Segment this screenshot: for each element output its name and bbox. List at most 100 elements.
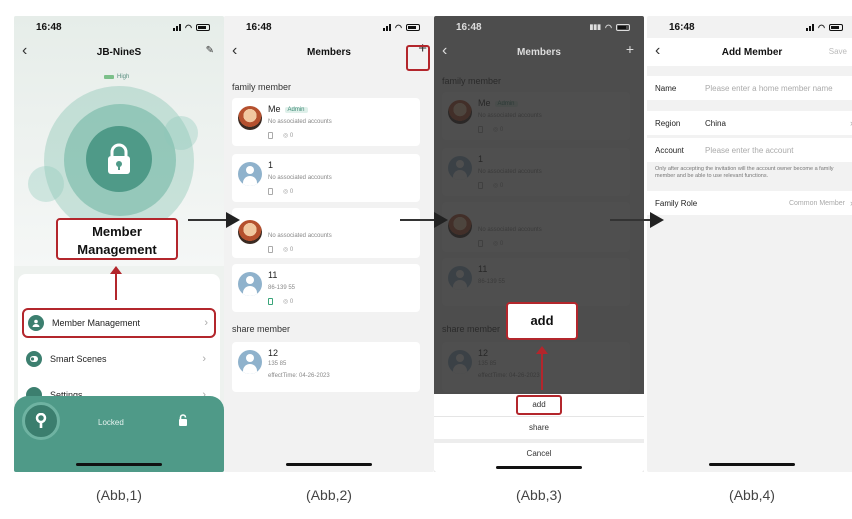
phone-icon [268, 132, 273, 139]
sheet-share-option[interactable]: share [434, 417, 644, 439]
nav-bar: ‹ Members + [224, 38, 434, 66]
decor-orb [164, 116, 198, 150]
member-name: 12 [268, 348, 279, 358]
member-subtitle: No associated accounts [268, 119, 332, 125]
name-input[interactable]: Please enter a home member name [705, 84, 833, 93]
pointer-arrow [115, 272, 117, 300]
fingerprint-count: ◎ 0 [283, 299, 294, 305]
region-value: China [705, 118, 726, 128]
account-row[interactable]: Account Please enter the account [647, 138, 852, 162]
avatar [238, 106, 262, 130]
status-bar: 16:48 ◠ [224, 16, 434, 38]
avatar [238, 272, 262, 296]
member-card[interactable]: Me Admin No associated accounts ◎ 0 [232, 98, 420, 146]
battery-icon [616, 23, 630, 31]
member-name-text: Me [268, 104, 281, 114]
fingerprint-count-value: 0 [289, 247, 294, 253]
padlock-icon [86, 126, 152, 192]
battery-level-icon [104, 75, 114, 79]
member-name: 1 [268, 160, 274, 170]
sheet-add-option[interactable]: add [434, 394, 644, 416]
family-role-row[interactable]: Family Role Common Member › [647, 191, 852, 215]
family-role-value: Common Member [788, 199, 845, 207]
decor-orb [28, 166, 64, 202]
member-subtitle: 86-139 55 [268, 285, 296, 291]
callout-add: add [506, 302, 578, 340]
back-icon[interactable]: ‹ [655, 42, 660, 60]
save-button[interactable]: Save [829, 47, 847, 56]
member-card[interactable]: No associated accounts ◎ 0 [232, 208, 420, 258]
connector-arrow-3 [610, 219, 650, 221]
menu-member-management[interactable]: Member Management › [22, 308, 216, 338]
status-time: 16:48 [456, 21, 482, 33]
member-card[interactable]: 1 No associated accounts ◎ 0 [232, 154, 420, 202]
status-icons: ◠ [383, 23, 420, 32]
wifi-icon: ◠ [605, 22, 612, 32]
member-card[interactable]: 11 86-139 55 ◎ 0 [232, 264, 420, 312]
back-icon[interactable]: ‹ [22, 42, 27, 60]
status-icons: ▮▮▮ ◠ [589, 23, 630, 32]
connector-arrowhead-3 [650, 212, 664, 228]
signal-icon [383, 23, 392, 31]
member-devices: ◎ 0 [268, 188, 293, 195]
wifi-icon: ◠ [818, 22, 825, 32]
wifi-icon: ◠ [395, 22, 402, 32]
nav-bar: ‹ Members + [434, 38, 644, 66]
menu-label: Smart Scenes [50, 354, 107, 364]
fingerprint-count-value: 0 [289, 299, 294, 305]
phone-icon [268, 246, 273, 253]
pointer-arrow [541, 352, 543, 390]
highlight-add-button [406, 45, 430, 71]
edit-icon[interactable]: ✎ [206, 45, 214, 56]
menu-smart-scenes[interactable]: Smart Scenes › [26, 344, 212, 374]
page-title: JB-NineS [96, 46, 142, 58]
signal-icon [806, 23, 815, 31]
member-name: 11 [268, 270, 278, 280]
account-input[interactable]: Please enter the account [705, 146, 794, 155]
chevron-right-icon: › [204, 317, 208, 329]
chevron-right-icon: › [202, 353, 206, 365]
add-icon: + [625, 41, 634, 57]
region-row[interactable]: Region China › [647, 111, 852, 135]
family-role-label: Family Role [655, 198, 698, 208]
callout-member-management: Member Management [56, 218, 178, 260]
fingerprint-count-value: 0 [289, 189, 294, 195]
caption-3: (Abb,3) [516, 487, 562, 503]
name-row[interactable]: Name Please enter a home member name [647, 76, 852, 100]
member-name: MeAdmin [268, 104, 308, 114]
fingerprint-count-value: 0 [289, 133, 294, 139]
nav-bar: ‹ JB-NineS ✎ [14, 38, 224, 66]
key-button[interactable] [22, 402, 60, 440]
action-sheet: add share Cancel [434, 394, 644, 472]
status-time: 16:48 [246, 21, 272, 33]
member-card[interactable]: 12 135 85 effectTime: 04-26-2023 [232, 342, 420, 392]
status-time: 16:48 [669, 21, 695, 33]
page-title: Members [307, 46, 351, 58]
unlock-icon[interactable] [178, 414, 188, 429]
wifi-icon: ◠ [185, 22, 192, 32]
invitation-note: Only after accepting the invitation will… [655, 166, 834, 179]
fingerprint-count: ◎ 0 [283, 189, 294, 195]
member-subtitle: No associated accounts [268, 175, 332, 181]
connector-arrow-2 [400, 219, 436, 221]
screen-members: 16:48 ◠ ‹ Members + family member Me Admi… [224, 16, 434, 472]
avatar [238, 220, 262, 244]
back-icon[interactable]: ‹ [232, 42, 237, 60]
nav-bar: ‹ Add Member Save [647, 38, 852, 66]
pointer-arrowhead [110, 266, 122, 274]
page-title: Members [517, 46, 561, 58]
fingerprint-count: ◎ 0 [283, 247, 294, 253]
phone-icon [268, 188, 273, 195]
region-label: Region [655, 118, 681, 128]
sheet-cancel-button[interactable]: Cancel [434, 443, 644, 465]
admin-badge: Admin [284, 106, 308, 113]
avatar [238, 162, 262, 186]
battery-icon [406, 23, 420, 31]
member-devices: ◎ 0 [268, 246, 293, 253]
member-devices: ◎ 0 [268, 298, 293, 305]
member-subtitle: 135 85 [268, 361, 287, 367]
caption-1: (Abb,1) [96, 487, 142, 503]
avatar [238, 350, 262, 374]
member-effect-time: effectTime: 04-26-2023 [268, 373, 330, 379]
screen-members-action-sheet: family member MeAdmin No associated acco… [434, 16, 644, 472]
